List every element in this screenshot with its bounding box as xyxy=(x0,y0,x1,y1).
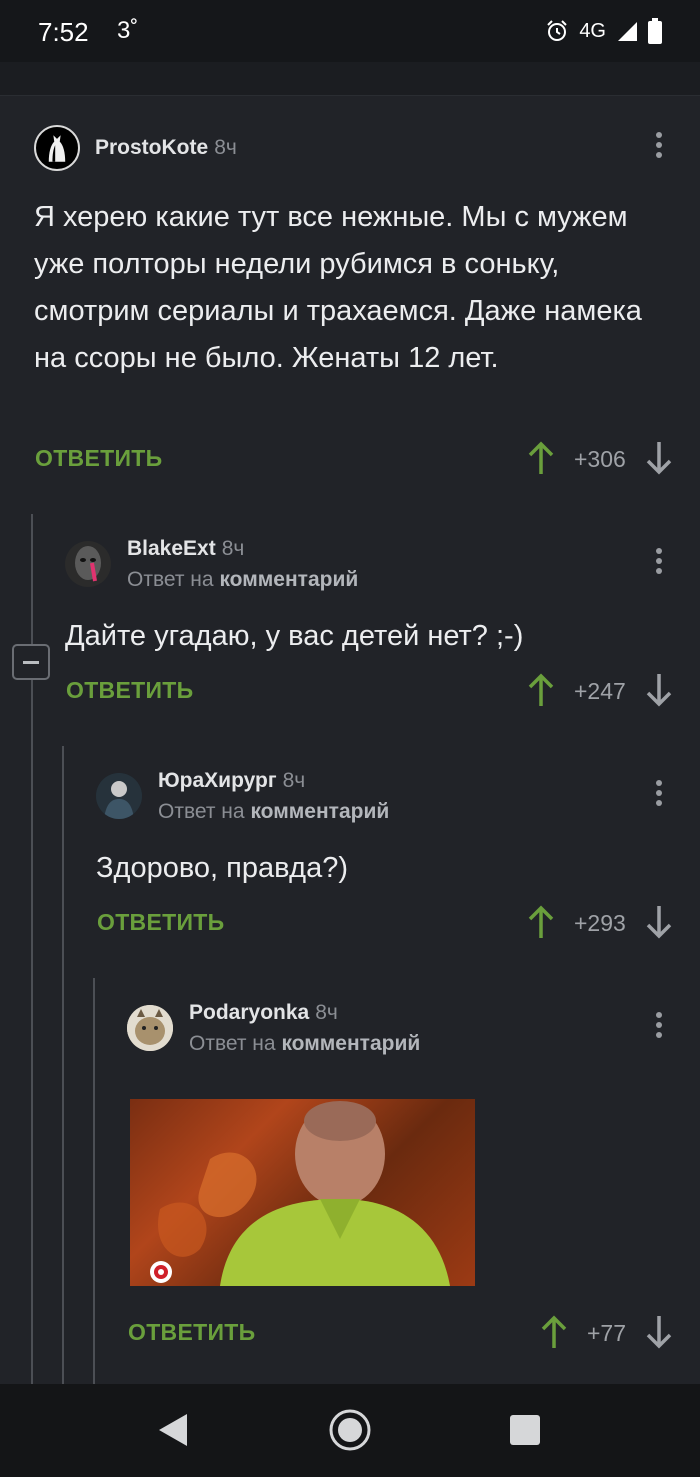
rating-score: +306 xyxy=(574,446,626,472)
reply-to-link[interactable]: комментарий xyxy=(219,568,358,591)
more-options-icon[interactable] xyxy=(654,132,664,162)
comment-time: 8ч xyxy=(315,1001,338,1024)
upvote-icon[interactable] xyxy=(528,673,554,707)
back-icon[interactable] xyxy=(157,1412,189,1448)
comment-author[interactable]: Podaryonka 8ч xyxy=(189,1001,338,1025)
upvote-icon[interactable] xyxy=(528,905,554,939)
reply-button[interactable]: ОТВЕТИТЬ xyxy=(66,677,193,704)
avatar[interactable] xyxy=(65,541,111,587)
lynx-avatar-image xyxy=(127,1005,173,1051)
battery-icon xyxy=(648,18,662,44)
alarm-icon xyxy=(547,20,568,41)
thread-line-level-2[interactable] xyxy=(62,746,64,1384)
reply-to-link[interactable]: комментарий xyxy=(250,800,389,823)
status-temperature: 3˚ xyxy=(117,17,139,44)
rating-score: +247 xyxy=(574,678,626,704)
more-options-icon[interactable] xyxy=(654,780,664,810)
downvote-icon[interactable] xyxy=(646,1315,672,1349)
system-nav-bar xyxy=(0,1384,700,1477)
downvote-icon[interactable] xyxy=(646,905,672,939)
reply-button[interactable]: ОТВЕТИТЬ xyxy=(35,445,162,472)
reply-to-line: Ответ на комментарий xyxy=(158,800,389,824)
downvote-icon[interactable] xyxy=(646,673,672,707)
reply-button[interactable]: ОТВЕТИТЬ xyxy=(97,909,224,936)
reply-to-prefix: Ответ на xyxy=(127,568,214,591)
comment-text: Здорово, правда?) xyxy=(96,852,349,884)
comment-author[interactable]: ProstoKote 8ч xyxy=(95,136,237,160)
status-bar: 7:52 3˚ 4G xyxy=(0,0,700,62)
comment-text: Дайте угадаю, у вас детей нет? ;-) xyxy=(65,620,524,652)
collapse-thread-button[interactable] xyxy=(12,644,50,680)
thread-line-level-3[interactable] xyxy=(93,978,95,1384)
gif-frame xyxy=(150,1101,450,1286)
reply-button[interactable]: ОТВЕТИТЬ xyxy=(128,1319,255,1346)
avatar[interactable] xyxy=(34,125,80,171)
comment-author[interactable]: ЮраХирург 8ч xyxy=(158,769,305,793)
reply-to-prefix: Ответ на xyxy=(158,800,245,823)
author-name[interactable]: ProstoKote xyxy=(95,136,208,159)
reply-to-link[interactable]: комментарий xyxy=(281,1032,420,1055)
rating-score: +77 xyxy=(587,1320,627,1346)
cat-avatar-image xyxy=(48,135,66,162)
comment-time: 8ч xyxy=(214,136,237,159)
status-icons: 4G xyxy=(545,14,662,48)
face-avatar-image xyxy=(75,546,101,582)
figure-avatar-image xyxy=(96,773,142,819)
avatar[interactable] xyxy=(127,1005,173,1051)
comment-time: 8ч xyxy=(221,537,245,560)
author-name[interactable]: BlakeExt xyxy=(127,537,216,560)
recents-icon[interactable] xyxy=(510,1415,540,1445)
upvote-icon[interactable] xyxy=(528,441,554,475)
comment-text: Я херею какие тут все нежные. Мы с мужем… xyxy=(34,201,642,374)
rating-score: +293 xyxy=(574,910,626,936)
more-options-icon[interactable] xyxy=(654,1012,664,1042)
downvote-icon[interactable] xyxy=(646,441,672,475)
avatar[interactable] xyxy=(96,773,142,819)
author-name[interactable]: Podaryonka xyxy=(189,1001,309,1024)
author-name[interactable]: ЮраХирург xyxy=(158,769,277,792)
reply-to-line: Ответ на комментарий xyxy=(127,568,358,592)
signal-icon xyxy=(618,22,637,41)
gif-image[interactable] xyxy=(130,1099,475,1286)
comment-author[interactable]: BlakeExt 8ч xyxy=(127,537,244,561)
home-icon[interactable] xyxy=(328,1408,372,1452)
app-header-edge xyxy=(0,62,700,96)
reply-to-prefix: Ответ на xyxy=(189,1032,276,1055)
more-options-icon[interactable] xyxy=(654,548,664,578)
upvote-icon[interactable] xyxy=(541,1315,567,1349)
reply-to-line: Ответ на комментарий xyxy=(189,1032,420,1056)
status-time: 7:52 xyxy=(38,17,89,47)
comment-time: 8ч xyxy=(282,769,306,792)
network-type: 4G xyxy=(579,19,606,42)
